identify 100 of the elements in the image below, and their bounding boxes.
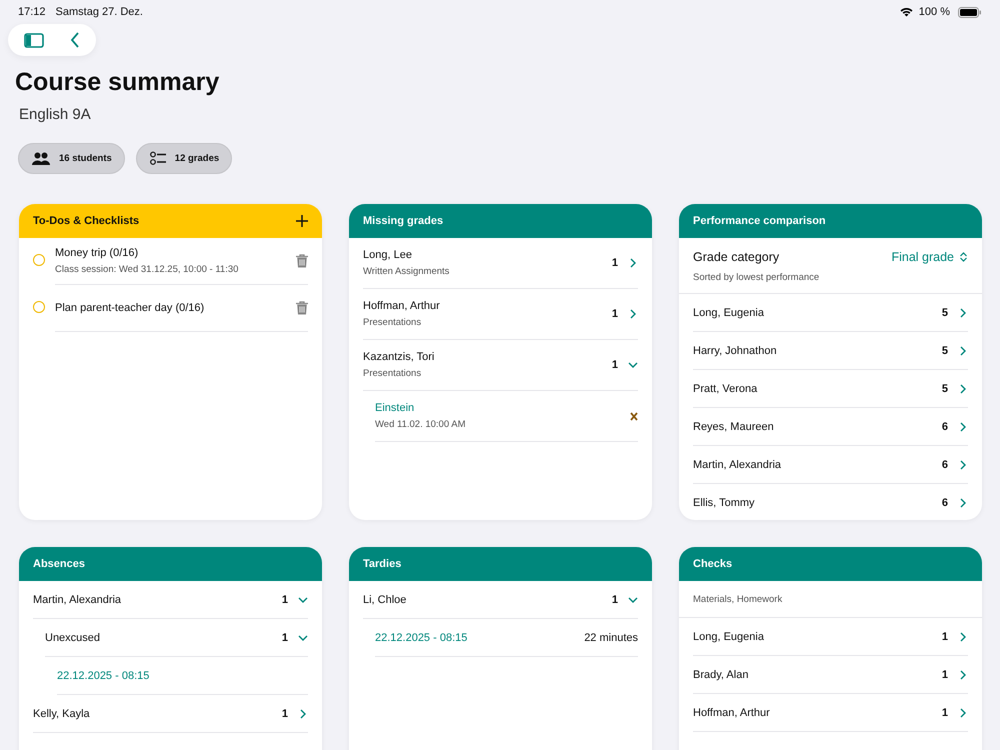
list-row[interactable]: Li, Chloe 1 — [363, 581, 638, 619]
chevron-down-icon[interactable] — [298, 594, 308, 604]
list-row[interactable]: Long, Lee Written Assignments 1 — [363, 238, 638, 289]
grade-category-label: Grade category — [693, 250, 780, 264]
list-row[interactable]: Reyes, Maureen 6 — [693, 408, 968, 446]
card-title: Performance comparison — [693, 215, 826, 227]
student-name: Hoffman, Arthur — [363, 300, 441, 312]
student-name: Kazantzis, Tori — [363, 351, 436, 363]
cross-icon — [630, 412, 638, 420]
list-row[interactable]: Martin, Alexandria 6 — [693, 446, 968, 484]
chevron-right-icon — [958, 498, 968, 508]
grade-value: 6 — [942, 420, 948, 432]
grade-category: Written Assignments — [363, 266, 450, 277]
card-title: Tardies — [363, 558, 402, 570]
list-row[interactable]: Unexcused 1 — [45, 619, 308, 657]
grade-value: 5 — [942, 306, 948, 318]
status-date: Samstag 27. Dez. — [56, 6, 143, 18]
absence-type: Unexcused — [45, 632, 102, 644]
todo-title: Plan parent-teacher day (0/16) — [55, 302, 204, 314]
people-icon — [32, 152, 50, 165]
trash-icon[interactable] — [296, 254, 308, 268]
chevron-down-icon[interactable] — [298, 632, 308, 642]
student-name: Martin, Alexandria — [33, 594, 122, 606]
absence-date[interactable]: 22.12.2025 - 08:15 — [57, 670, 308, 682]
todo-detail: Class session: Wed 31.12.25, 10:00 - 11:30 — [55, 264, 238, 275]
up-down-icon — [959, 252, 968, 262]
student-name: Martin, Alexandria — [693, 458, 782, 470]
filter-chip[interactable]: 12 grades — [136, 143, 232, 174]
chevron-right-icon — [958, 460, 968, 470]
chevron-down-icon[interactable] — [628, 594, 638, 604]
count: 1 — [942, 668, 948, 680]
chevron-right-icon — [958, 422, 968, 432]
count: 1 — [612, 257, 618, 269]
grade-value: 5 — [942, 382, 948, 394]
add-icon[interactable] — [296, 215, 308, 227]
category-picker[interactable]: Final grade — [891, 250, 968, 264]
student-name: Brady, Alan — [693, 668, 750, 680]
assignment-time: Wed 11.02. 10:00 AM — [375, 419, 466, 430]
list-row[interactable]: Hoffman, Arthur 1 — [693, 694, 968, 732]
chevron-right-icon — [958, 632, 968, 642]
count: 1 — [282, 632, 288, 644]
grade-value: 6 — [942, 496, 948, 508]
student-name: Long, Lee — [363, 249, 413, 261]
student-name: Kelly, Kayla — [33, 708, 91, 720]
trash-icon[interactable] — [296, 301, 308, 315]
chevron-right-icon — [958, 384, 968, 394]
student-name: Reyes, Maureen — [693, 420, 775, 432]
count: 1 — [612, 359, 618, 371]
list-row[interactable]: Brady, Alan 1 — [693, 656, 968, 694]
student-name: Pratt, Verona — [693, 382, 758, 394]
list-row[interactable]: Einstein Wed 11.02. 10:00 AM — [375, 391, 638, 442]
list-row[interactable]: Long, Eugenia 1 — [693, 618, 968, 656]
todo-checkbox[interactable] — [33, 301, 45, 313]
battery-icon — [958, 6, 982, 18]
chevron-right-icon[interactable] — [628, 309, 638, 319]
list-row[interactable]: Kelly, Kayla 1 — [33, 695, 308, 733]
grade-value: 5 — [942, 344, 948, 356]
card-title: Checks — [693, 558, 732, 570]
course-name: English 9A — [19, 106, 92, 123]
list-row[interactable]: Long, Eugenia 5 — [693, 294, 968, 332]
count: 1 — [612, 308, 618, 320]
student-name: Ellis, Tommy — [693, 496, 756, 508]
tardy-duration: 22 minutes — [584, 632, 638, 644]
chevron-right-icon — [958, 346, 968, 356]
grade-category: Presentations — [363, 317, 422, 328]
todo-title: Money trip (0/16) — [55, 247, 140, 259]
list-row[interactable]: Martin, Alexandria 1 — [33, 581, 308, 619]
chevron-down-icon[interactable] — [628, 360, 638, 370]
todo-checkbox[interactable] — [33, 254, 45, 266]
list-row[interactable]: Pratt, Verona 5 — [693, 370, 968, 408]
filter-chip[interactable]: 16 students — [18, 143, 125, 174]
card-title: Missing grades — [363, 215, 444, 227]
chevron-right-icon[interactable] — [628, 258, 638, 268]
list-row[interactable]: Harry, Johnathon 5 — [693, 332, 968, 370]
list-row[interactable]: Ellis, Tommy 6 — [693, 484, 968, 520]
card-title: Absences — [33, 558, 85, 570]
chevron-right-icon — [958, 308, 968, 318]
list-row[interactable]: Kazantzis, Tori Presentations 1 — [363, 340, 638, 391]
chevron-right-icon[interactable] — [298, 708, 308, 718]
count: 1 — [942, 630, 948, 642]
assignment-title: Einstein — [375, 402, 416, 414]
student-name: Long, Eugenia — [693, 306, 765, 318]
sidebar-button[interactable] — [22, 30, 46, 50]
count: 1 — [942, 706, 948, 718]
count: 1 — [612, 594, 618, 606]
check-types: Materials, Homework — [693, 594, 784, 605]
grade-value: 6 — [942, 458, 948, 470]
student-name: Li, Chloe — [363, 594, 408, 606]
student-name: Harry, Johnathon — [693, 344, 778, 356]
grade-category: Presentations — [363, 368, 422, 379]
battery-level: 100 % — [918, 6, 950, 18]
sort-note: Sorted by lowest performance — [693, 272, 820, 283]
checklist-icon — [150, 151, 166, 166]
tardy-date[interactable]: 22.12.2025 - 08:15 — [375, 632, 576, 644]
chevron-right-icon — [958, 708, 968, 718]
count: 1 — [282, 594, 288, 606]
list-row[interactable]: Hoffman, Arthur Presentations 1 — [363, 289, 638, 340]
card-title: To-Dos & Checklists — [33, 215, 140, 227]
wifi-icon — [900, 7, 913, 17]
student-name: Hoffman, Arthur — [693, 706, 771, 718]
